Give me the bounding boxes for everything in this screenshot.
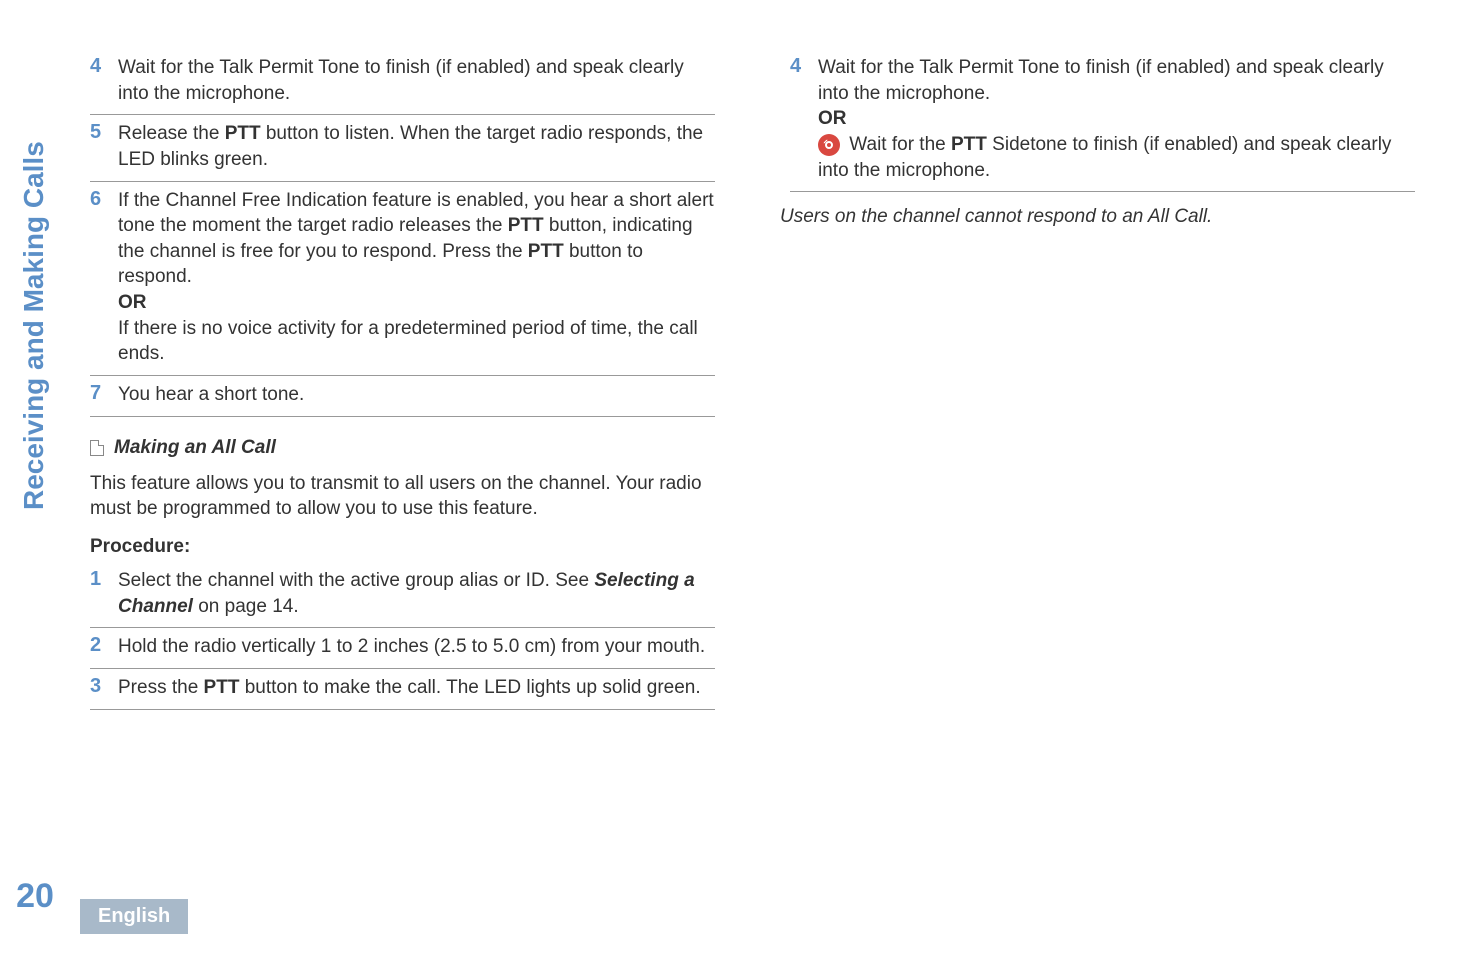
step-number: 3 bbox=[90, 675, 118, 701]
document-icon bbox=[90, 440, 104, 456]
or-label: OR bbox=[818, 106, 1415, 132]
step-item: 6 If the Channel Free Indication feature… bbox=[90, 188, 715, 376]
section-title: Making an All Call bbox=[114, 437, 276, 459]
step-text: Press the PTT button to make the call. T… bbox=[118, 675, 715, 701]
step-text: Select the channel with the active group… bbox=[118, 568, 715, 619]
sidebar: Receiving and Making Calls 20 bbox=[0, 0, 70, 954]
left-column: 4 Wait for the Talk Permit Tone to finis… bbox=[80, 55, 715, 954]
note-text: Users on the channel cannot respond to a… bbox=[780, 206, 1415, 228]
step-item: 4 Wait for the Talk Permit Tone to finis… bbox=[90, 55, 715, 115]
procedure-label: Procedure: bbox=[90, 536, 715, 558]
section-vertical-title: Receiving and Making Calls bbox=[18, 141, 50, 510]
section-header: Making an All Call bbox=[90, 437, 715, 459]
step-line: Wait for the PTT Sidetone to finish (if … bbox=[818, 134, 1391, 181]
content-area: 4 Wait for the Talk Permit Tone to finis… bbox=[70, 0, 1475, 954]
step-number: 1 bbox=[90, 568, 118, 619]
step-number: 2 bbox=[90, 634, 118, 660]
step-text: If the Channel Free Indication feature i… bbox=[118, 188, 715, 367]
step-number: 7 bbox=[90, 382, 118, 408]
step-item: 4 Wait for the Talk Permit Tone to finis… bbox=[790, 55, 1415, 192]
section-intro: This feature allows you to transmit to a… bbox=[90, 471, 715, 522]
step-item: 3 Press the PTT button to make the call.… bbox=[90, 675, 715, 710]
step-number: 4 bbox=[790, 55, 818, 183]
ptt-icon bbox=[818, 134, 840, 156]
language-tab: English bbox=[80, 899, 188, 934]
step-text: Wait for the Talk Permit Tone to finish … bbox=[818, 55, 1415, 183]
step-number: 6 bbox=[90, 188, 118, 367]
step-text: You hear a short tone. bbox=[118, 382, 715, 408]
step-line: Wait for the Talk Permit Tone to finish … bbox=[818, 57, 1384, 104]
step-item: 1 Select the channel with the active gro… bbox=[90, 568, 715, 628]
step-number: 5 bbox=[90, 121, 118, 172]
right-column: 4 Wait for the Talk Permit Tone to finis… bbox=[780, 55, 1415, 954]
step-item: 5 Release the PTT button to listen. When… bbox=[90, 121, 715, 181]
step-item: 7 You hear a short tone. bbox=[90, 382, 715, 417]
step-text: Release the PTT button to listen. When t… bbox=[118, 121, 715, 172]
step-text: Hold the radio vertically 1 to 2 inches … bbox=[118, 634, 715, 660]
step-text: Wait for the Talk Permit Tone to finish … bbox=[118, 55, 715, 106]
page-number: 20 bbox=[16, 877, 54, 916]
step-item: 2 Hold the radio vertically 1 to 2 inche… bbox=[90, 634, 715, 669]
step-number: 4 bbox=[90, 55, 118, 106]
